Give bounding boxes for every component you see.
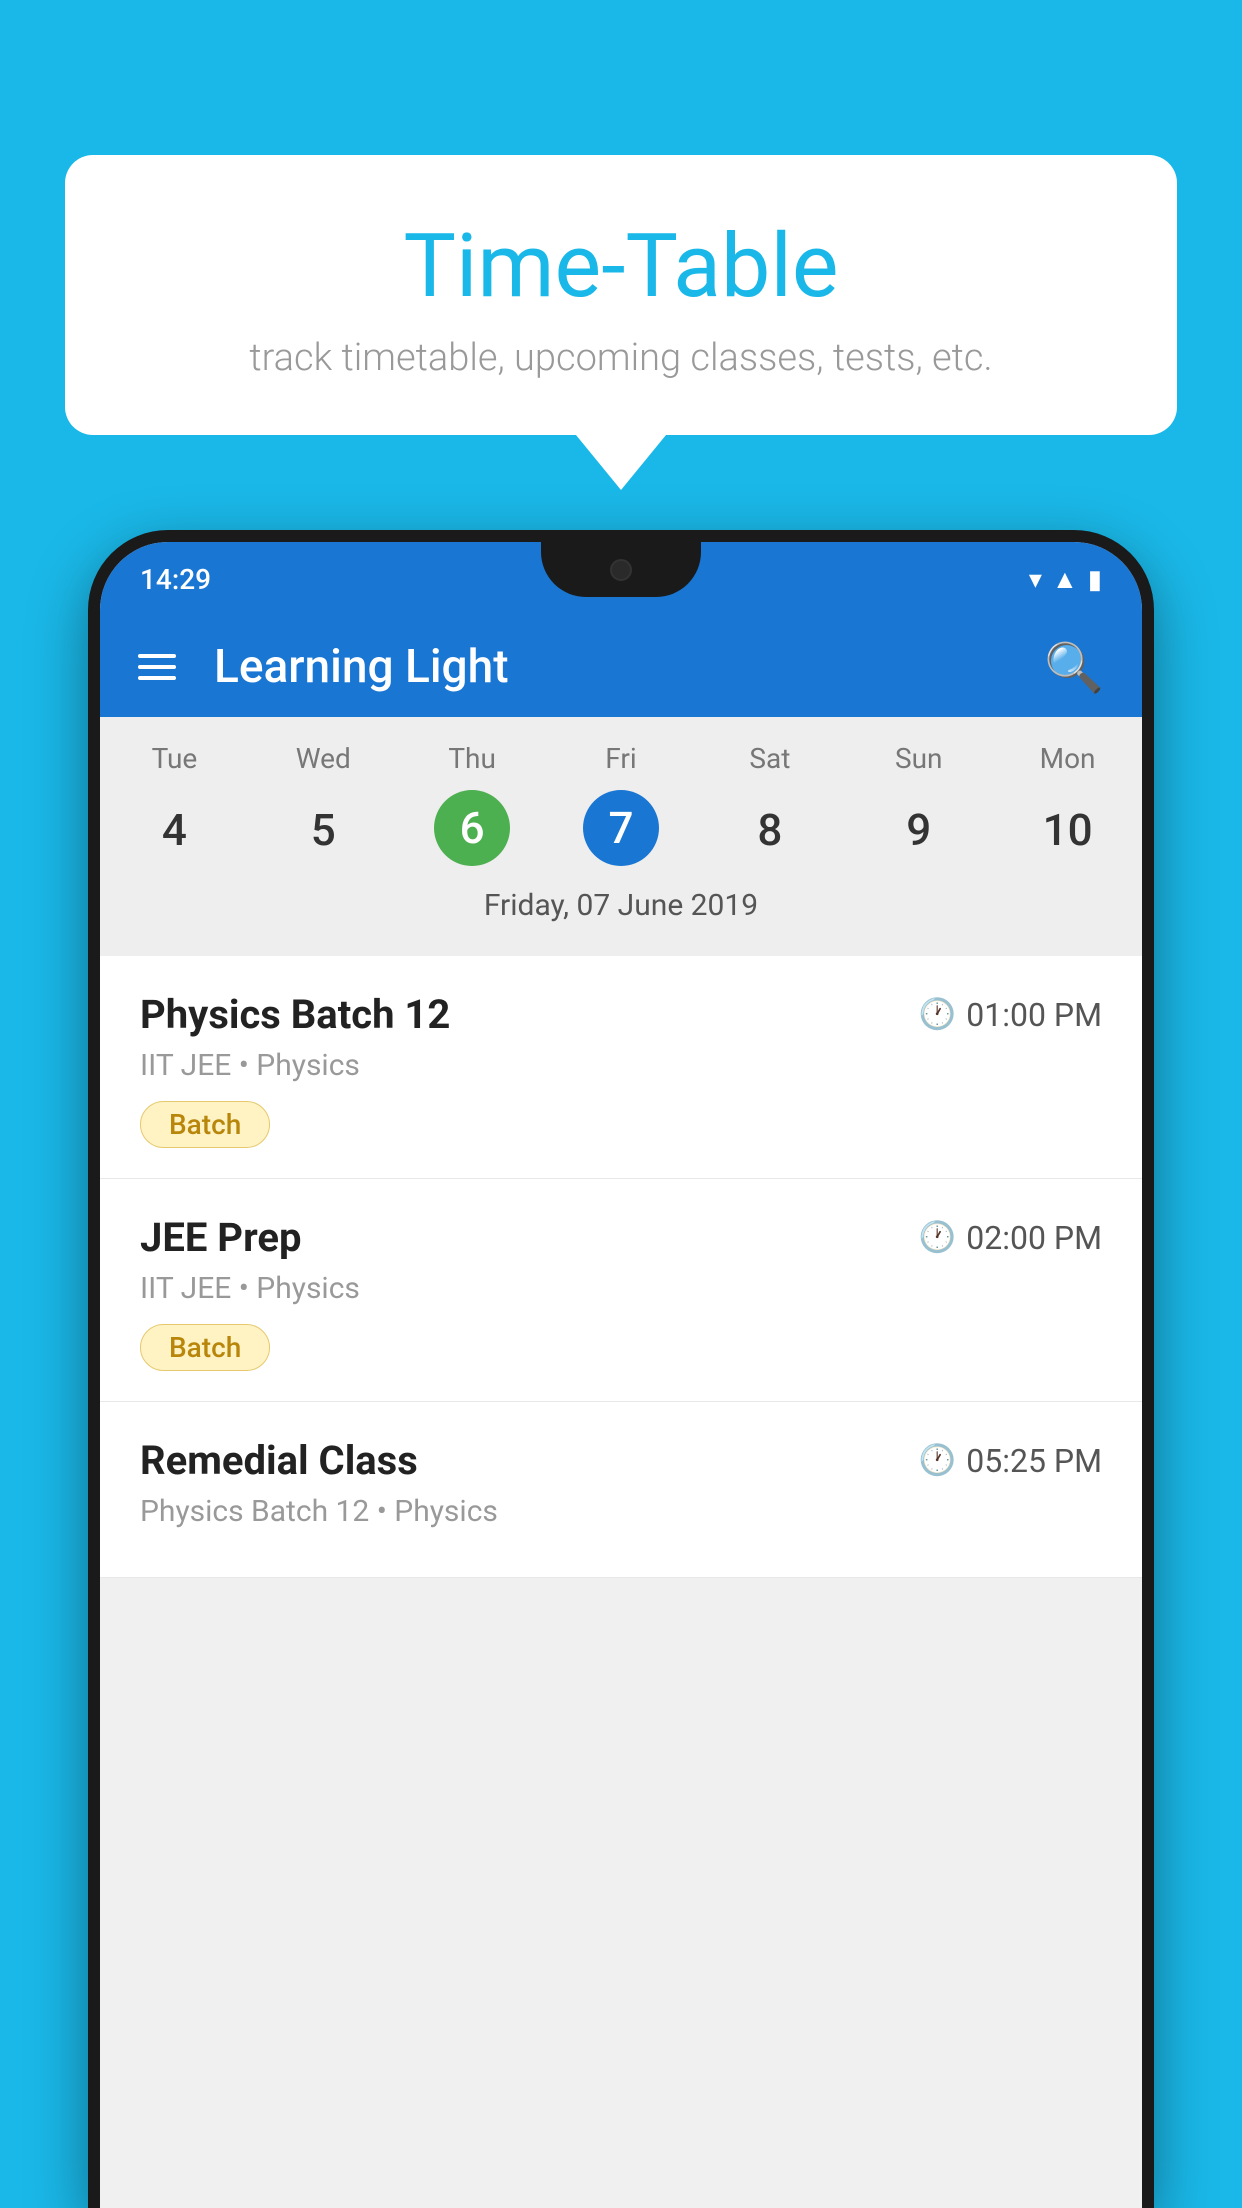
- wifi-icon: ▾: [1029, 565, 1042, 595]
- date-6-today[interactable]: 6: [434, 790, 510, 866]
- schedule-item-3-time: 🕐 05:25 PM: [919, 1442, 1102, 1480]
- calendar-strip: Tue Wed Thu Fri Sat Sun Mon 4 5 6 7 8 9 …: [100, 717, 1142, 956]
- schedule-item-2-sub: IIT JEE • Physics: [140, 1271, 1102, 1306]
- status-bar: 14:29 ▾ ▲ ▮: [100, 542, 1142, 617]
- day-numbers: 4 5 6 7 8 9 10: [100, 790, 1142, 870]
- day-tue[interactable]: Tue: [100, 742, 249, 775]
- schedule-item-2-badge: Batch: [140, 1324, 270, 1371]
- notch: [541, 542, 701, 597]
- schedule-item-3-time-value: 05:25 PM: [966, 1442, 1102, 1480]
- hamburger-menu[interactable]: [138, 654, 176, 680]
- hamburger-line-1: [138, 654, 176, 658]
- phone-mockup: 14:29 ▾ ▲ ▮ Learning Light 🔍 Tue: [88, 530, 1154, 2208]
- hamburger-line-3: [138, 676, 176, 680]
- schedule-item-2-time-value: 02:00 PM: [966, 1219, 1102, 1257]
- schedule-item-2-header: JEE Prep 🕐 02:00 PM: [140, 1214, 1102, 1261]
- speech-bubble: Time-Table track timetable, upcoming cla…: [65, 155, 1177, 435]
- camera: [610, 559, 632, 581]
- bubble-title: Time-Table: [115, 215, 1127, 318]
- hamburger-line-2: [138, 665, 176, 669]
- schedule-item-1-header: Physics Batch 12 🕐 01:00 PM: [140, 991, 1102, 1038]
- clock-icon-3: 🕐: [919, 1443, 956, 1478]
- schedule-item-2[interactable]: JEE Prep 🕐 02:00 PM IIT JEE • Physics Ba…: [100, 1179, 1142, 1402]
- schedule-item-3-title: Remedial Class: [140, 1437, 418, 1484]
- schedule-item-3-sub: Physics Batch 12 • Physics: [140, 1494, 1102, 1529]
- schedule-list: Physics Batch 12 🕐 01:00 PM IIT JEE • Ph…: [100, 956, 1142, 1578]
- status-icons: ▾ ▲ ▮: [1029, 564, 1102, 595]
- day-headers: Tue Wed Thu Fri Sat Sun Mon: [100, 742, 1142, 775]
- schedule-item-2-time: 🕐 02:00 PM: [919, 1219, 1102, 1257]
- date-9[interactable]: 9: [844, 790, 993, 870]
- schedule-item-3-header: Remedial Class 🕐 05:25 PM: [140, 1437, 1102, 1484]
- schedule-item-1-time-value: 01:00 PM: [966, 996, 1102, 1034]
- date-10[interactable]: 10: [993, 790, 1142, 870]
- battery-icon: ▮: [1088, 565, 1102, 595]
- clock-icon-1: 🕐: [919, 997, 956, 1032]
- schedule-item-2-title: JEE Prep: [140, 1214, 301, 1261]
- signal-icon: ▲: [1052, 564, 1078, 595]
- schedule-item-1-badge: Batch: [140, 1101, 270, 1148]
- day-mon[interactable]: Mon: [993, 742, 1142, 775]
- date-4[interactable]: 4: [100, 790, 249, 870]
- selected-date-label: Friday, 07 June 2019: [100, 870, 1142, 938]
- clock-icon-2: 🕐: [919, 1220, 956, 1255]
- date-5[interactable]: 5: [249, 790, 398, 870]
- date-8[interactable]: 8: [695, 790, 844, 870]
- day-wed[interactable]: Wed: [249, 742, 398, 775]
- day-sun[interactable]: Sun: [844, 742, 993, 775]
- date-7-selected[interactable]: 7: [583, 790, 659, 866]
- status-time: 14:29: [140, 563, 211, 596]
- day-thu[interactable]: Thu: [398, 742, 547, 775]
- schedule-item-1-time: 🕐 01:00 PM: [919, 996, 1102, 1034]
- search-button[interactable]: 🔍: [1044, 639, 1104, 696]
- schedule-item-1-title: Physics Batch 12: [140, 991, 450, 1038]
- schedule-item-1[interactable]: Physics Batch 12 🕐 01:00 PM IIT JEE • Ph…: [100, 956, 1142, 1179]
- app-header: Learning Light 🔍: [100, 617, 1142, 717]
- day-fri[interactable]: Fri: [547, 742, 696, 775]
- bubble-subtitle: track timetable, upcoming classes, tests…: [115, 336, 1127, 380]
- schedule-item-1-sub: IIT JEE • Physics: [140, 1048, 1102, 1083]
- phone-screen: 14:29 ▾ ▲ ▮ Learning Light 🔍 Tue: [100, 542, 1142, 2208]
- schedule-item-3[interactable]: Remedial Class 🕐 05:25 PM Physics Batch …: [100, 1402, 1142, 1578]
- app-title: Learning Light: [214, 640, 1044, 694]
- day-sat[interactable]: Sat: [695, 742, 844, 775]
